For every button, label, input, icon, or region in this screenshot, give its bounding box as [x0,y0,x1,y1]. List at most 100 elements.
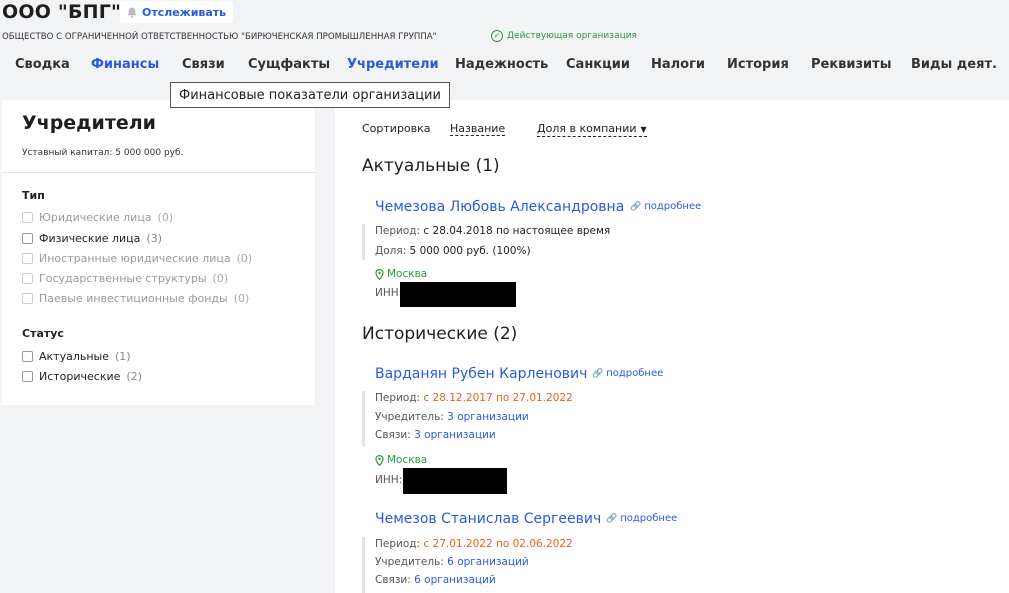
filter-legal-entities[interactable]: Юридические лица (0) [22,211,173,224]
filter-label: Иностранные юридические лица [39,252,231,265]
filter-individuals[interactable]: Физические лица (3) [22,232,162,245]
bell-icon [127,7,137,18]
details-link[interactable]: 🔗 подробнее [606,513,677,524]
founder-row: Учредитель: 3 организации [375,411,529,423]
city-label: Москва [387,268,428,280]
links-label: Связи: [375,574,411,586]
filter-count: (0) [236,252,253,265]
checkbox[interactable] [22,351,33,362]
map-pin-icon [375,268,384,280]
filter-panel: Учредители Уставный капитал: 5 000 000 р… [2,100,315,405]
detail-bar [362,391,365,446]
redacted-inn [403,468,507,494]
tooltip: Финансовые показатели организации [170,82,450,108]
tab-history[interactable]: История [727,57,789,72]
period-label: Период: [375,225,421,237]
filter-panel-title: Учредители [22,112,156,134]
sort-label: Сортировка [362,122,431,135]
tab-taxes[interactable]: Налоги [651,57,705,72]
sort-by-share[interactable]: Доля в компании ▼ [537,122,647,137]
tab-facts[interactable]: Сущфакты [248,57,330,72]
authorized-capital: Уставный капитал: 5 000 000 руб. [22,148,184,158]
period-value: с 28.12.2017 по 27.01.2022 [423,392,573,404]
tab-founders[interactable]: Учредители [347,57,439,72]
filter-investment-funds[interactable]: Паевые инвестиционные фонды (0) [22,292,249,305]
links-orgs-link[interactable]: 3 организации [414,429,496,441]
status-badge: ✓ Действующая организация [491,30,637,42]
filter-label: Исторические [39,370,121,383]
tab-activities[interactable]: Виды деят. [911,57,997,72]
inn-label: ИНН: [375,287,403,299]
details-link-label: подробнее [620,513,678,524]
filter-label: Физические лица [39,232,141,245]
share-value: 5 000 000 руб. (100%) [409,245,531,257]
filter-count: (0) [233,292,250,305]
tab-reliability[interactable]: Надежность [455,57,548,72]
redacted-inn [400,282,516,307]
checkbox[interactable] [22,371,33,382]
inn-label: ИНН: [375,474,403,486]
type-section-title: Тип [22,189,45,202]
link-icon: 🔗 [630,201,642,212]
tab-requisites[interactable]: Реквизиты [811,57,891,72]
tab-summary[interactable]: Сводка [15,57,70,72]
checkbox[interactable] [22,212,33,223]
links-row: Связи: 3 организации [375,429,496,441]
share-label: Доля: [375,245,407,257]
founder-label: Учредитель: [375,556,444,568]
checkbox[interactable] [22,293,33,304]
page-header: ООО "БПГ" Отслеживать ОБЩЕСТВО С ОГРАНИЧ… [0,0,1009,98]
checkbox[interactable] [22,253,33,264]
period-value: с 27.01.2022 по 02.06.2022 [423,538,573,550]
tab-connections[interactable]: Связи [182,57,225,72]
check-circle-icon: ✓ [491,30,503,42]
checkbox[interactable] [22,273,33,284]
status-label: Действующая организация [507,31,637,41]
checkbox[interactable] [22,233,33,244]
detail-bar [362,537,365,593]
founder-orgs-link[interactable]: 3 организации [447,411,529,423]
details-link[interactable]: 🔗 подробнее [630,201,701,212]
founder-name-link[interactable]: Чемезова Любовь Александровна [375,199,624,215]
period-row: Период: с 27.01.2022 по 02.06.2022 [375,538,573,550]
tab-sanctions[interactable]: Санкции [566,57,630,72]
period-row: Период: с 28.12.2017 по 27.01.2022 [375,392,573,404]
filter-count: (0) [212,272,229,285]
filter-historical[interactable]: Исторические (2) [22,370,142,383]
filter-foreign-legal[interactable]: Иностранные юридические лица (0) [22,252,252,265]
city-row: Москва [375,454,427,466]
founder-name-link[interactable]: Варданян Рубен Карленович [375,366,587,382]
nav-tabs: Сводка Финансы Связи Сущфакты Учредители… [0,57,1009,75]
founder-row: Учредитель: 6 организаций [375,556,529,568]
filter-label: Паевые инвестиционные фонды [39,292,228,305]
period-value: с 28.04.2018 по настоящее время [423,225,611,237]
tab-finances[interactable]: Финансы [91,57,159,72]
filter-label: Юридические лица [39,211,152,224]
filter-count: (2) [126,370,143,383]
filter-current[interactable]: Актуальные (1) [22,350,131,363]
founder-name-link[interactable]: Чемезов Станислав Сергеевич [375,511,601,527]
founders-list: Сортировка Название Доля в компании ▼ Акт… [335,100,1009,593]
filter-count: (3) [146,232,162,245]
details-link[interactable]: 🔗 подробнее [592,368,663,379]
links-orgs-link[interactable]: 6 организаций [414,574,496,586]
links-label: Связи: [375,429,411,441]
org-title: ООО "БПГ" [2,1,122,23]
map-pin-icon [375,454,384,466]
status-section-title: Статус [22,327,64,340]
details-link-label: подробнее [606,368,664,379]
founder-orgs-link[interactable]: 6 организаций [447,556,529,568]
track-button[interactable]: Отслеживать [120,1,234,23]
period-label: Период: [375,538,421,550]
share-row: Доля: 5 000 000 руб. (100%) [375,245,531,257]
filter-state-structures[interactable]: Государственные структуры (0) [22,272,228,285]
filter-label: Государственные структуры [39,272,207,285]
link-icon: 🔗 [592,368,604,379]
links-row: Связи: 6 организаций [375,574,496,586]
caret-down-icon: ▼ [640,125,647,134]
current-section-title: Актуальные (1) [362,156,500,176]
link-icon: 🔗 [606,513,618,524]
org-full-name: ОБЩЕСТВО С ОГРАНИЧЕННОЙ ОТВЕТСТВЕННОСТЬЮ… [2,32,437,42]
sort-by-share-label: Доля в компании [537,122,637,135]
sort-by-name[interactable]: Название [450,122,506,136]
